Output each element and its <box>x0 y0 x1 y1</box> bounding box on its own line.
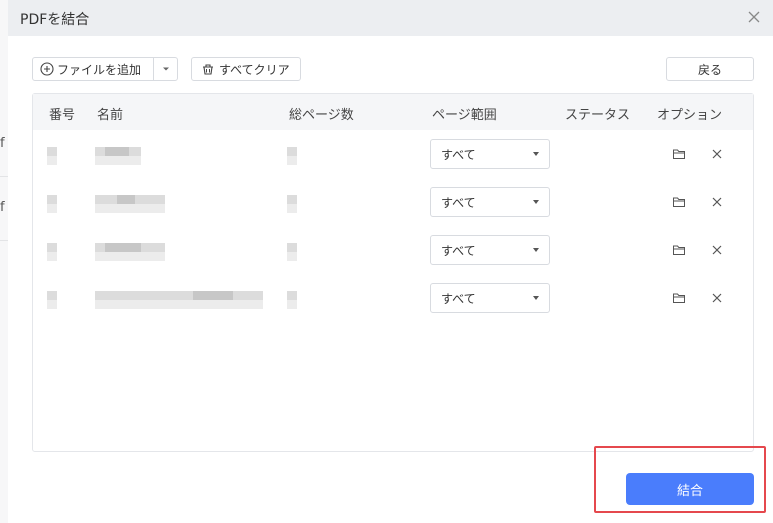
blur-block <box>193 291 233 300</box>
column-header-status: ステータス <box>565 108 631 123</box>
blur-block <box>47 204 57 213</box>
caret-down-icon <box>533 200 539 204</box>
blur-block <box>95 156 141 165</box>
add-file-dropdown[interactable] <box>154 58 177 80</box>
clear-all-label: すべてクリア <box>219 62 290 77</box>
folder-icon[interactable] <box>672 243 686 257</box>
merge-button[interactable]: 結合 <box>626 473 754 505</box>
add-file-label: ファイルを追加 <box>57 62 142 77</box>
page-range-value: すべて <box>441 243 476 258</box>
page-range-select[interactable]: すべて <box>430 187 550 217</box>
file-number-blurred <box>47 243 57 252</box>
close-icon[interactable] <box>710 147 724 161</box>
blur-block <box>95 204 165 213</box>
page-range-value: すべて <box>441 147 476 162</box>
total-pages-blurred <box>287 147 297 156</box>
column-header-name: 名前 <box>97 108 124 123</box>
blur-block <box>47 156 57 165</box>
back-button[interactable]: 戻る <box>666 57 754 81</box>
table-row: すべて <box>33 130 753 178</box>
blur-block <box>105 243 141 252</box>
caret-down-icon <box>533 152 539 156</box>
caret-down-icon <box>533 248 539 252</box>
blur-block <box>287 300 297 309</box>
plus-circle-icon <box>40 62 54 76</box>
clear-all-button[interactable]: すべてクリア <box>191 57 301 81</box>
blur-block <box>105 147 129 156</box>
blur-block <box>287 156 297 165</box>
caret-down-icon <box>162 67 169 71</box>
file-name-blurred <box>95 291 263 300</box>
blur-block <box>47 252 57 261</box>
page-range-select[interactable]: すべて <box>430 283 550 313</box>
merge-pdf-dialog: PDFを結合 ファイルを追加 すべてクリア 戻る 番号 名前 総ページ数 ページ… <box>8 0 773 523</box>
blur-block <box>287 252 297 261</box>
total-pages-blurred <box>287 195 297 204</box>
folder-icon[interactable] <box>672 147 686 161</box>
page-range-value: すべて <box>441 195 476 210</box>
add-file-button-group: ファイルを追加 <box>32 57 178 81</box>
page-range-select[interactable]: すべて <box>430 235 550 265</box>
dialog-title: PDFを結合 <box>20 12 90 28</box>
merge-label: 結合 <box>676 483 703 499</box>
blur-block <box>95 252 165 261</box>
table-header: 番号 名前 総ページ数 ページ範囲 ステータス オプション <box>33 94 753 130</box>
page-range-value: すべて <box>441 291 476 306</box>
column-header-number: 番号 <box>49 108 76 123</box>
blur-block <box>95 300 263 309</box>
total-pages-blurred <box>287 291 297 300</box>
table-row: すべて <box>33 178 753 226</box>
total-pages-blurred <box>287 243 297 252</box>
column-header-page-range: ページ範囲 <box>432 108 497 123</box>
blur-block <box>117 195 135 204</box>
table-row: すべて <box>33 274 753 322</box>
column-header-total-pages: 総ページ数 <box>289 108 354 123</box>
add-file-button[interactable]: ファイルを追加 <box>33 58 155 80</box>
trash-icon <box>203 64 213 75</box>
close-icon[interactable] <box>710 291 724 305</box>
file-number-blurred <box>47 195 57 204</box>
folder-icon[interactable] <box>672 195 686 209</box>
file-number-blurred <box>47 147 57 156</box>
close-icon[interactable] <box>747 10 761 24</box>
caret-down-icon <box>533 296 539 300</box>
page-range-select[interactable]: すべて <box>430 139 550 169</box>
file-table: 番号 名前 総ページ数 ページ範囲 ステータス オプション すべて すべて すべ… <box>32 93 754 452</box>
file-number-blurred <box>47 291 57 300</box>
dialog-titlebar: PDFを結合 <box>8 0 773 36</box>
close-icon[interactable] <box>710 195 724 209</box>
background-text-fragment: f <box>0 200 5 215</box>
blur-block <box>47 300 57 309</box>
blur-block <box>287 204 297 213</box>
back-label: 戻る <box>697 62 722 77</box>
background-text-fragment: f <box>0 136 5 151</box>
folder-icon[interactable] <box>672 291 686 305</box>
table-row: すべて <box>33 226 753 274</box>
close-icon[interactable] <box>710 243 724 257</box>
column-header-options: オプション <box>657 108 723 123</box>
